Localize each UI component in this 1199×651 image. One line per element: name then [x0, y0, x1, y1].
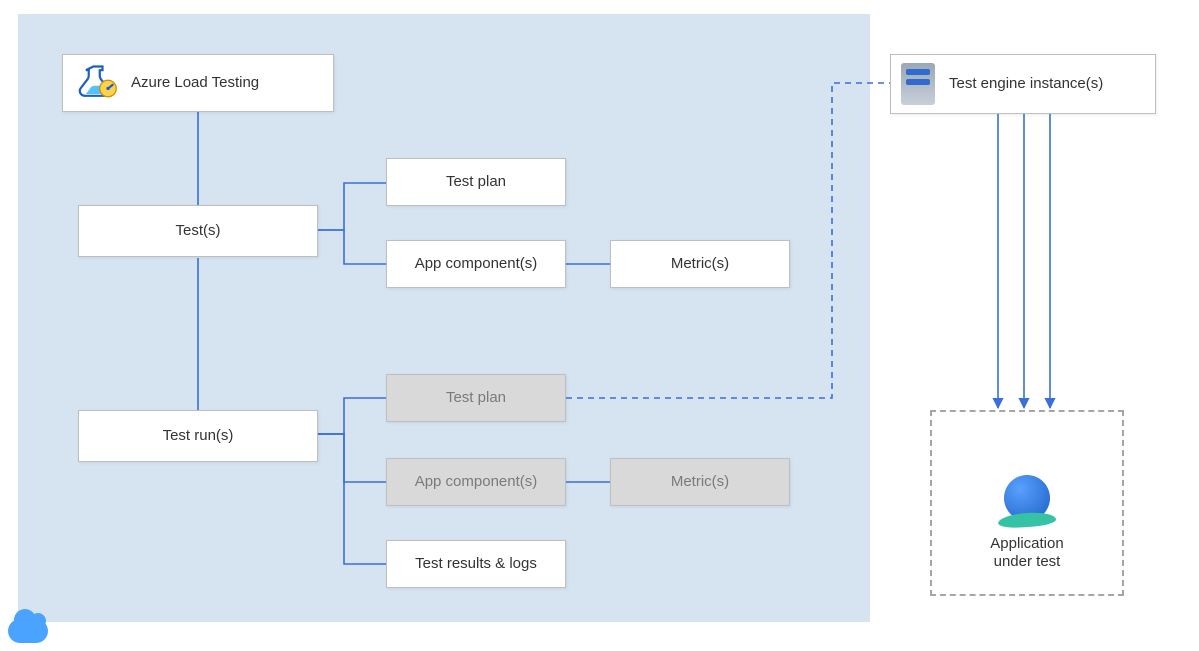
diagram-stage: Azure Load Testing Test(s) Test run(s) T… — [0, 0, 1199, 651]
node-azure-load-testing: Azure Load Testing — [62, 54, 334, 112]
label-app-under-test: Application under test — [990, 535, 1063, 573]
node-app-under-test: Application under test — [930, 410, 1124, 596]
node-app-components-a: App component(s) — [386, 240, 566, 288]
node-test-runs: Test run(s) — [78, 410, 318, 462]
label-tests: Test(s) — [176, 222, 221, 241]
label-test-runs: Test run(s) — [163, 427, 234, 446]
label-test-plan-a: Test plan — [446, 173, 506, 192]
node-app-components-b: App component(s) — [386, 458, 566, 506]
label-app-components-b: App component(s) — [415, 473, 538, 492]
server-icon — [901, 63, 935, 105]
label-test-plan-b: Test plan — [446, 389, 506, 408]
label-metrics-b: Metric(s) — [671, 473, 729, 492]
label-test-engine: Test engine instance(s) — [949, 75, 1103, 94]
node-test-plan-b: Test plan — [386, 374, 566, 422]
node-tests: Test(s) — [78, 205, 318, 257]
label-metrics-a: Metric(s) — [671, 255, 729, 274]
node-metrics-a: Metric(s) — [610, 240, 790, 288]
label-test-results: Test results & logs — [415, 555, 537, 574]
label-azure-load-testing: Azure Load Testing — [131, 74, 259, 93]
node-test-engine: Test engine instance(s) — [890, 54, 1156, 114]
node-metrics-b: Metric(s) — [610, 458, 790, 506]
globe-icon — [1004, 475, 1050, 521]
node-test-plan-a: Test plan — [386, 158, 566, 206]
azure-load-testing-icon — [75, 61, 119, 105]
label-app-components-a: App component(s) — [415, 255, 538, 274]
node-test-results: Test results & logs — [386, 540, 566, 588]
cloud-icon — [8, 619, 48, 643]
